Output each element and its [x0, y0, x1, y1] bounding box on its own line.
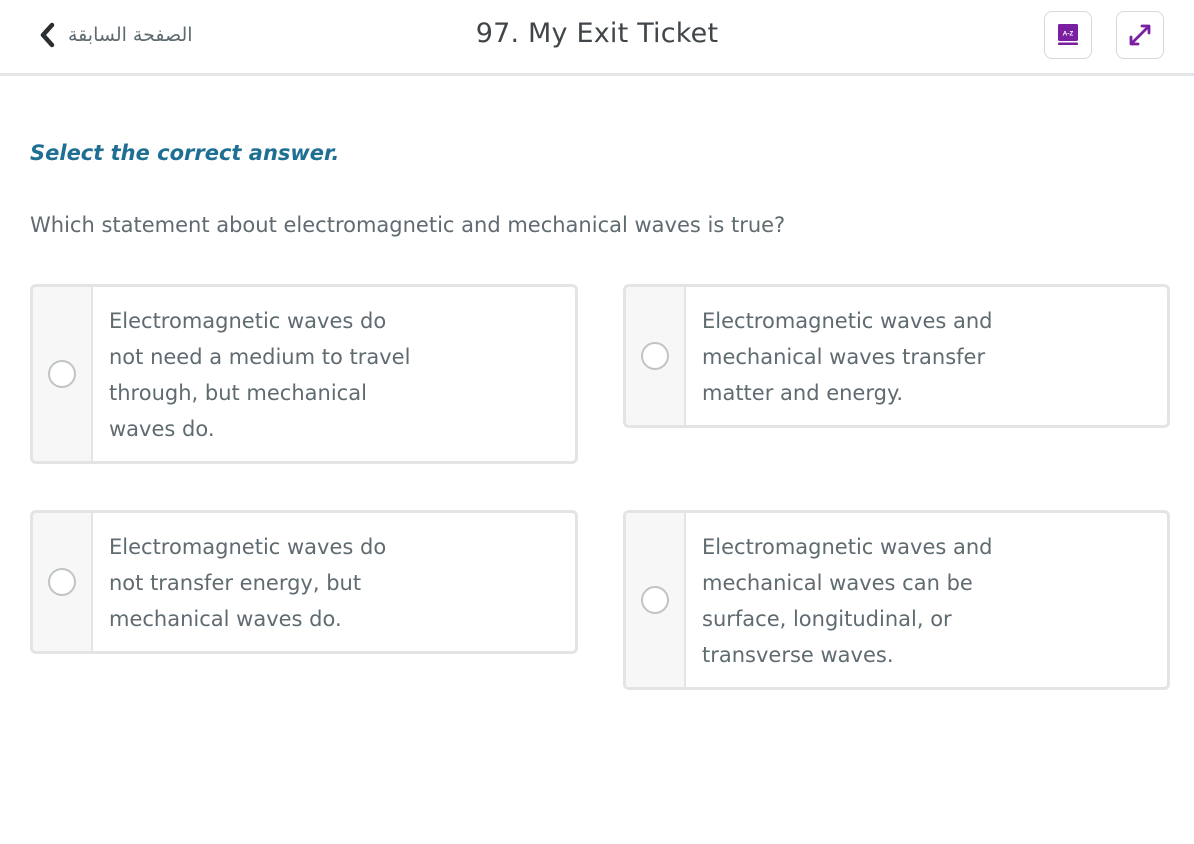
page-title: 97. My Exit Ticket — [475, 18, 719, 49]
glossary-icon-text: A-Z — [1063, 31, 1074, 38]
choice-text: Electromagnetic waves do not transfer en… — [109, 535, 387, 631]
glossary-book-icon: A-Z — [1058, 24, 1078, 45]
top-bar: الصفحة السابقة 97. My Exit Ticket A-Z — [0, 0, 1194, 76]
choice-text: Electromagnetic waves and mechanical wav… — [702, 535, 993, 667]
radio-button[interactable] — [641, 586, 669, 614]
choice-gutter — [626, 287, 686, 425]
expand-arrows-icon — [1129, 24, 1151, 46]
answer-choice-2[interactable]: Electromagnetic waves and mechanical wav… — [623, 284, 1170, 428]
instruction-text: Select the correct answer. — [30, 141, 340, 165]
answer-choice-1[interactable]: Electromagnetic waves do not need a medi… — [30, 284, 578, 464]
fullscreen-button[interactable] — [1116, 11, 1164, 59]
radio-button[interactable] — [48, 360, 76, 388]
question-prompt: Which statement about electromagnetic an… — [30, 213, 786, 237]
choice-gutter — [33, 287, 93, 461]
choice-text: Electromagnetic waves do not need a medi… — [109, 309, 411, 441]
choice-gutter — [626, 513, 686, 687]
answer-choice-3[interactable]: Electromagnetic waves do not transfer en… — [30, 510, 578, 654]
glossary-button[interactable]: A-Z — [1044, 11, 1092, 59]
answer-choice-4[interactable]: Electromagnetic waves and mechanical wav… — [623, 510, 1170, 690]
choice-text: Electromagnetic waves and mechanical wav… — [702, 309, 993, 405]
radio-button[interactable] — [641, 342, 669, 370]
radio-button[interactable] — [48, 568, 76, 596]
choice-gutter — [33, 513, 93, 651]
